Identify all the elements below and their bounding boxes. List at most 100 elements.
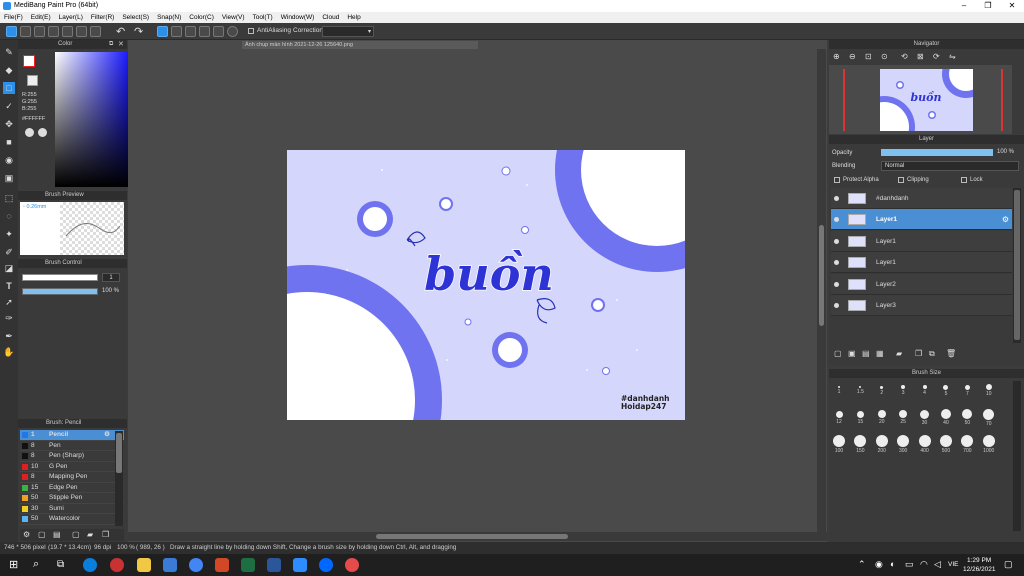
brush-size-value[interactable]: 1 xyxy=(102,273,120,282)
brush-size-option[interactable]: 50 xyxy=(957,408,977,428)
brush-size-option[interactable]: 4 xyxy=(915,381,935,401)
menu-help[interactable]: Help xyxy=(343,12,364,23)
battery-icon[interactable]: ▭ xyxy=(905,559,914,570)
lasso-tool-icon[interactable]: ◌ xyxy=(3,210,15,222)
brush-list-item[interactable]: 50 Stipple Pen xyxy=(20,493,124,504)
clipping-checkbox[interactable] xyxy=(898,177,904,183)
document-tab[interactable]: Ảnh chụp màn hình 2021-12-26 125640.png xyxy=(242,41,478,49)
panel-close-icon[interactable]: ✕ xyxy=(118,40,124,49)
eraser-tool-icon[interactable]: ◆ xyxy=(3,64,15,76)
undo-icon[interactable]: ↶ xyxy=(116,25,125,38)
layer-visibility-icon[interactable] xyxy=(834,260,839,266)
delete-layer-icon[interactable]: 🗑 xyxy=(946,349,956,358)
brush-list-item[interactable]: 30 Sumi xyxy=(20,504,124,514)
save-icon[interactable] xyxy=(48,26,59,37)
color-picker-field[interactable] xyxy=(55,52,128,187)
vertical-scrollbar[interactable] xyxy=(817,49,826,532)
share-icon[interactable] xyxy=(76,26,87,37)
correction-dropdown[interactable]: ▾ xyxy=(322,26,374,37)
zoom-icon[interactable] xyxy=(293,558,307,572)
brush-menu-icon[interactable]: ▤ xyxy=(53,530,61,539)
actual-size-icon[interactable]: ⊙ xyxy=(881,52,888,61)
pen-tool-icon[interactable]: ✒ xyxy=(3,330,15,342)
brush-list-item[interactable]: 50 Watercolor xyxy=(20,514,124,525)
new-8bit-layer-icon[interactable]: ▤ xyxy=(862,349,870,358)
magic-wand-icon[interactable]: ✦ xyxy=(3,228,15,240)
divide-tool-icon[interactable]: ◪ xyxy=(3,262,15,274)
lock-checkbox[interactable] xyxy=(961,177,967,183)
select-pen-icon[interactable]: ✓ xyxy=(3,100,15,112)
menu-cloud[interactable]: Cloud xyxy=(318,12,343,23)
new-icon[interactable] xyxy=(20,26,31,37)
gradient-tool-icon[interactable]: ▣ xyxy=(3,172,15,184)
layer-row[interactable]: Layer3 xyxy=(831,295,1012,316)
navigator-preview[interactable]: buồn xyxy=(829,65,1012,134)
layer-scrollbar[interactable] xyxy=(1013,188,1021,343)
reset-rotation-icon[interactable]: ⊠ xyxy=(917,52,924,61)
add-brush-icon[interactable]: ⚙ xyxy=(23,530,30,539)
layer-settings-icon[interactable]: ⚙ xyxy=(1002,209,1009,230)
edge-icon[interactable] xyxy=(83,558,97,572)
store-icon[interactable] xyxy=(163,558,177,572)
rect-icon[interactable] xyxy=(199,26,210,37)
layer-visibility-icon[interactable] xyxy=(834,217,839,223)
new-layer-icon[interactable]: ▢ xyxy=(834,349,842,358)
brush-size-option[interactable]: 200 xyxy=(872,435,892,455)
brush-size-option[interactable]: 100 xyxy=(829,435,849,455)
brush-size-option[interactable]: 40 xyxy=(936,408,956,428)
operation-tool-icon[interactable]: ➚ xyxy=(3,296,15,308)
brush-size-option[interactable]: 2 xyxy=(872,381,892,401)
zalo-icon[interactable] xyxy=(319,558,333,572)
swatch-icon[interactable] xyxy=(38,128,47,137)
tray-app-icon[interactable]: ◉ xyxy=(875,559,883,570)
ellipse-icon[interactable] xyxy=(213,26,224,37)
copy-brush-icon[interactable]: ▢ xyxy=(72,530,80,539)
zoom-out-icon[interactable]: ⊖ xyxy=(849,52,856,61)
palette-icon[interactable] xyxy=(25,128,34,137)
select-pen-tool-icon[interactable]: ✐ xyxy=(3,246,15,258)
cloud-icon[interactable] xyxy=(6,26,17,37)
hand-tool-icon[interactable]: ✋ xyxy=(3,346,15,358)
notifications-icon[interactable]: ▢ xyxy=(1004,559,1013,570)
brush-size-option[interactable]: 15 xyxy=(850,408,870,428)
excel-icon[interactable] xyxy=(241,558,255,572)
layer-row[interactable]: Layer1 xyxy=(831,230,1012,252)
brush-size-option[interactable]: 500 xyxy=(936,435,956,455)
browser-icon[interactable] xyxy=(110,558,124,572)
redo-icon[interactable]: ↷ xyxy=(134,25,143,38)
duplicate-layer-icon[interactable]: ❐ xyxy=(915,349,922,358)
layer-visibility-icon[interactable] xyxy=(834,281,839,287)
fit-icon[interactable]: ⊡ xyxy=(865,52,872,61)
menu-layer[interactable]: Layer(L) xyxy=(55,12,87,23)
powerpoint-icon[interactable] xyxy=(215,558,229,572)
brush-size-option[interactable]: 70 xyxy=(979,408,999,428)
menu-tool[interactable]: Tool(T) xyxy=(249,12,277,23)
layer-folder-icon[interactable]: ▰ xyxy=(896,349,902,358)
open-icon[interactable] xyxy=(34,26,45,37)
brush-list-item[interactable]: 1 Pencil ⚙ xyxy=(20,430,124,441)
tray-app-icon[interactable]: ◐ xyxy=(890,559,895,569)
brush-list-item[interactable]: 10 G Pen xyxy=(20,462,124,472)
brush-size-option[interactable]: 5 xyxy=(936,381,956,401)
brush-list-item[interactable]: 15 Edge Pen xyxy=(20,483,124,493)
layer-row[interactable]: Layer1 ⚙ xyxy=(831,209,1012,231)
brush-size-option[interactable]: 10 xyxy=(979,381,999,401)
word-icon[interactable] xyxy=(267,558,281,572)
brush-tool-icon[interactable]: ✎ xyxy=(3,46,15,58)
menu-file[interactable]: File(F) xyxy=(0,12,27,23)
brush-size-option[interactable]: 25 xyxy=(893,408,913,428)
minimize-icon[interactable]: – xyxy=(952,0,976,12)
protect-alpha-checkbox[interactable] xyxy=(834,177,840,183)
folder-icon[interactable]: ▰ xyxy=(87,530,93,539)
volume-icon[interactable]: ◁ xyxy=(934,559,941,570)
tray-chevron-icon[interactable]: ⌃ xyxy=(858,559,866,570)
new-halftone-layer-icon[interactable]: ▣ xyxy=(848,349,856,358)
rotate-right-icon[interactable]: ⟳ xyxy=(933,52,940,61)
clock-date[interactable]: 12/26/2021 xyxy=(963,566,996,573)
search-icon[interactable]: ⌕ xyxy=(33,558,39,571)
zoom-in-icon[interactable]: ⊕ xyxy=(833,52,840,61)
move-tool-icon[interactable]: ✥ xyxy=(3,118,15,130)
brush-size-option[interactable]: 1000 xyxy=(979,435,999,455)
brush-list-scrollbar[interactable] xyxy=(115,431,123,526)
popout-icon[interactable]: ⧉ xyxy=(109,40,113,49)
